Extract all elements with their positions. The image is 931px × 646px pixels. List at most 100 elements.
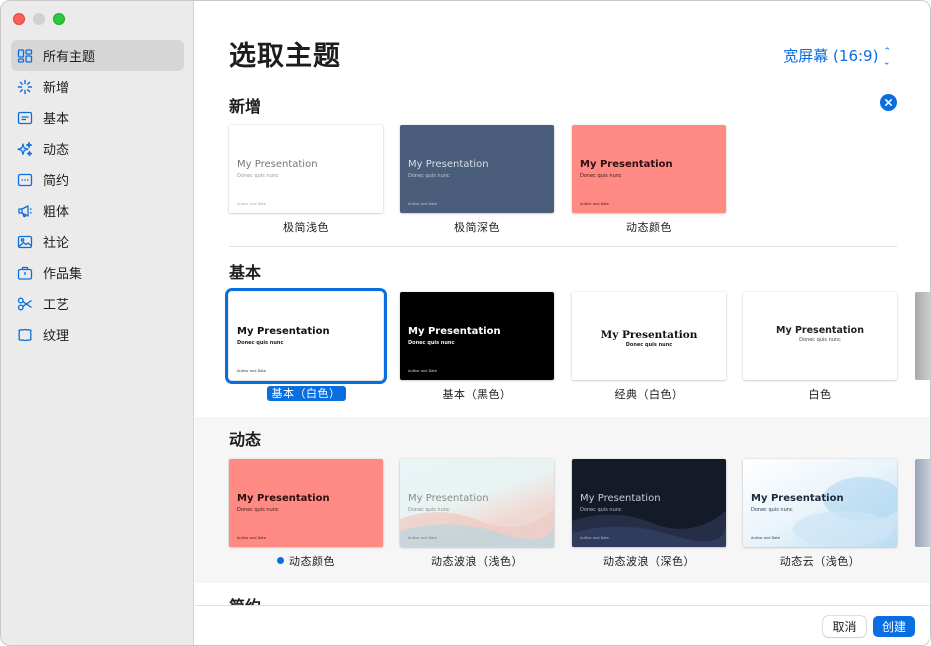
sidebar-item-label: 所有主题 bbox=[43, 50, 96, 65]
aspect-ratio-label: 宽屏幕 (16:9) bbox=[783, 47, 879, 65]
section-title: 动态 bbox=[229, 430, 262, 449]
slide-subtitle: Donec quis nunc bbox=[237, 340, 284, 346]
section-title: 简约 bbox=[229, 593, 261, 605]
aspect-ratio-popup[interactable]: 宽屏幕 (16:9) ⌃ ⌃ bbox=[783, 45, 891, 66]
briefcase-icon bbox=[16, 264, 34, 282]
slide-footer: Author and Date bbox=[408, 202, 437, 206]
theme-card[interactable]: My Presentation Donec quis nunc 白色 bbox=[743, 292, 897, 402]
slide-title: My Presentation bbox=[580, 493, 661, 504]
theme-card[interactable]: My Presentation Donec quis nunc Author a… bbox=[225, 288, 387, 401]
next-theme-peek[interactable] bbox=[915, 459, 930, 547]
sidebar-item-all-themes[interactable]: 所有主题 bbox=[11, 40, 184, 71]
slide-footer: Author and Date bbox=[237, 369, 266, 373]
section-title: 新增 bbox=[229, 97, 262, 116]
theme-label: 动态云（浅色） bbox=[779, 555, 861, 568]
close-window-button[interactable] bbox=[13, 13, 25, 25]
sparkles-icon bbox=[16, 140, 34, 158]
theme-card[interactable]: My Presentation Donec quis nunc 经典（白色） bbox=[572, 292, 726, 402]
theme-card[interactable]: My Presentation Donec quis nunc Author a… bbox=[229, 459, 383, 569]
next-theme-peek[interactable] bbox=[915, 292, 930, 380]
slide-footer: Author and Date bbox=[580, 536, 609, 540]
theme-label: 基本（白色） bbox=[229, 386, 383, 401]
slide-basic-icon bbox=[16, 109, 34, 127]
sidebar-item-new[interactable]: 新增 bbox=[11, 71, 184, 102]
slide-title: My Presentation bbox=[408, 493, 489, 504]
minimize-window-button[interactable] bbox=[33, 13, 45, 25]
sidebar-item-label: 基本 bbox=[43, 112, 70, 127]
theme-card[interactable]: My Presentation Donec quis nunc Author a… bbox=[572, 125, 726, 235]
slide-title: My Presentation bbox=[408, 159, 489, 170]
theme-thumbnail: My Presentation Donec quis nunc bbox=[572, 292, 726, 380]
theme-card[interactable]: My Presentation Donec quis nunc Author a… bbox=[229, 125, 383, 235]
megaphone-icon bbox=[16, 202, 34, 220]
sidebar-item-label: 作品集 bbox=[43, 267, 83, 282]
dialog-footer: 取消 创建 bbox=[195, 605, 930, 645]
sidebar: 所有主题 新增 基本 动态 简约 粗体 社论 作品集 工艺 纹理 bbox=[1, 1, 194, 645]
theme-card[interactable]: My Presentation Donec quis nunc Author a… bbox=[400, 125, 554, 235]
sidebar-item-label: 社论 bbox=[43, 236, 70, 251]
scissors-icon bbox=[16, 295, 34, 313]
theme-card[interactable]: My Presentation Donec quis nunc Author a… bbox=[743, 459, 897, 569]
sidebar-item-label: 动态 bbox=[43, 143, 70, 158]
theme-thumbnail: My Presentation Donec quis nunc Author a… bbox=[572, 125, 726, 213]
window-controls bbox=[13, 13, 65, 25]
theme-label: 经典（白色） bbox=[614, 388, 684, 401]
sidebar-item-minimal[interactable]: 简约 bbox=[11, 164, 184, 195]
sidebar-item-dynamic[interactable]: 动态 bbox=[11, 133, 184, 164]
grid-icon bbox=[16, 47, 34, 65]
theme-thumbnail: My Presentation Donec quis nunc bbox=[743, 292, 897, 380]
slide-title: My Presentation bbox=[600, 329, 698, 341]
sidebar-list: 所有主题 新增 基本 动态 简约 粗体 社论 作品集 工艺 纹理 bbox=[11, 40, 184, 350]
texture-frame-icon bbox=[16, 326, 34, 344]
slide-title: My Presentation bbox=[237, 326, 330, 337]
theme-card[interactable]: My Presentation Donec quis nunc Author a… bbox=[572, 459, 726, 569]
slide-title: My Presentation bbox=[776, 325, 864, 336]
slide-subtitle: Donec quis nunc bbox=[408, 507, 450, 513]
up-down-chevron-icon: ⌃ ⌃ bbox=[883, 46, 891, 65]
section-basic: 基本 My Presentation Donec quis nunc Autho… bbox=[195, 247, 930, 417]
cancel-button[interactable]: 取消 bbox=[823, 616, 866, 637]
theme-thumbnail: My Presentation Donec quis nunc Author a… bbox=[229, 125, 383, 213]
sidebar-item-label: 纹理 bbox=[43, 329, 70, 344]
theme-card[interactable]: My Presentation Donec quis nunc Author a… bbox=[400, 459, 554, 569]
slide-subtitle: Donec quis nunc bbox=[237, 507, 279, 513]
slide-subtitle: Donec quis nunc bbox=[751, 507, 793, 513]
section-title: 基本 bbox=[229, 263, 262, 282]
sidebar-item-portfolio[interactable]: 作品集 bbox=[11, 257, 184, 288]
theme-thumbnail: My Presentation Donec quis nunc Author a… bbox=[743, 459, 897, 547]
theme-label-text: 动态颜色 bbox=[289, 555, 335, 568]
theme-thumbnail: My Presentation Donec quis nunc Author a… bbox=[400, 125, 554, 213]
slide-title: My Presentation bbox=[580, 159, 673, 170]
section-minimal: 简约 bbox=[195, 583, 930, 605]
section-new: 新增 My Presentation Donec quis nunc Autho… bbox=[195, 81, 930, 246]
create-button[interactable]: 创建 bbox=[873, 616, 915, 637]
sidebar-item-texture[interactable]: 纹理 bbox=[11, 319, 184, 350]
theme-label: 动态颜色 bbox=[626, 221, 672, 234]
slide-footer: Author and Date bbox=[580, 202, 609, 206]
sidebar-item-label: 粗体 bbox=[43, 205, 70, 220]
sidebar-item-basic[interactable]: 基本 bbox=[11, 102, 184, 133]
slide-title: My Presentation bbox=[408, 326, 501, 337]
sidebar-item-bold[interactable]: 粗体 bbox=[11, 195, 184, 226]
theme-label: 动态颜色 bbox=[229, 553, 383, 569]
theme-thumbnail: My Presentation Donec quis nunc Author a… bbox=[225, 288, 387, 384]
slide-subtitle: Donec quis nunc bbox=[408, 340, 455, 346]
slide-footer: Author and Date bbox=[237, 536, 266, 540]
slide-subtitle: Donec quis nunc bbox=[625, 342, 673, 348]
selected-theme-label: 基本（白色） bbox=[266, 386, 346, 401]
slide-footer: Author and Date bbox=[237, 202, 266, 206]
slide-subtitle: Donec quis nunc bbox=[408, 173, 450, 179]
sidebar-item-craft[interactable]: 工艺 bbox=[11, 288, 184, 319]
photo-icon bbox=[16, 233, 34, 251]
theme-card[interactable]: My Presentation Donec quis nunc Author a… bbox=[400, 292, 554, 402]
theme-gallery: 选取主题 宽屏幕 (16:9) ⌃ ⌃ 新增 My Presentation Do… bbox=[195, 1, 930, 605]
sidebar-item-editorial[interactable]: 社论 bbox=[11, 226, 184, 257]
maximize-window-button[interactable] bbox=[53, 13, 65, 25]
close-icon bbox=[884, 98, 893, 107]
theme-label: 动态波浪（浅色） bbox=[431, 555, 523, 568]
theme-label: 基本（黑色） bbox=[442, 388, 512, 401]
slide-subtitle: Donec quis nunc bbox=[580, 173, 622, 179]
dismiss-new-section-button[interactable] bbox=[880, 94, 897, 111]
sidebar-item-label: 简约 bbox=[43, 174, 70, 189]
slide-title: My Presentation bbox=[237, 159, 318, 170]
